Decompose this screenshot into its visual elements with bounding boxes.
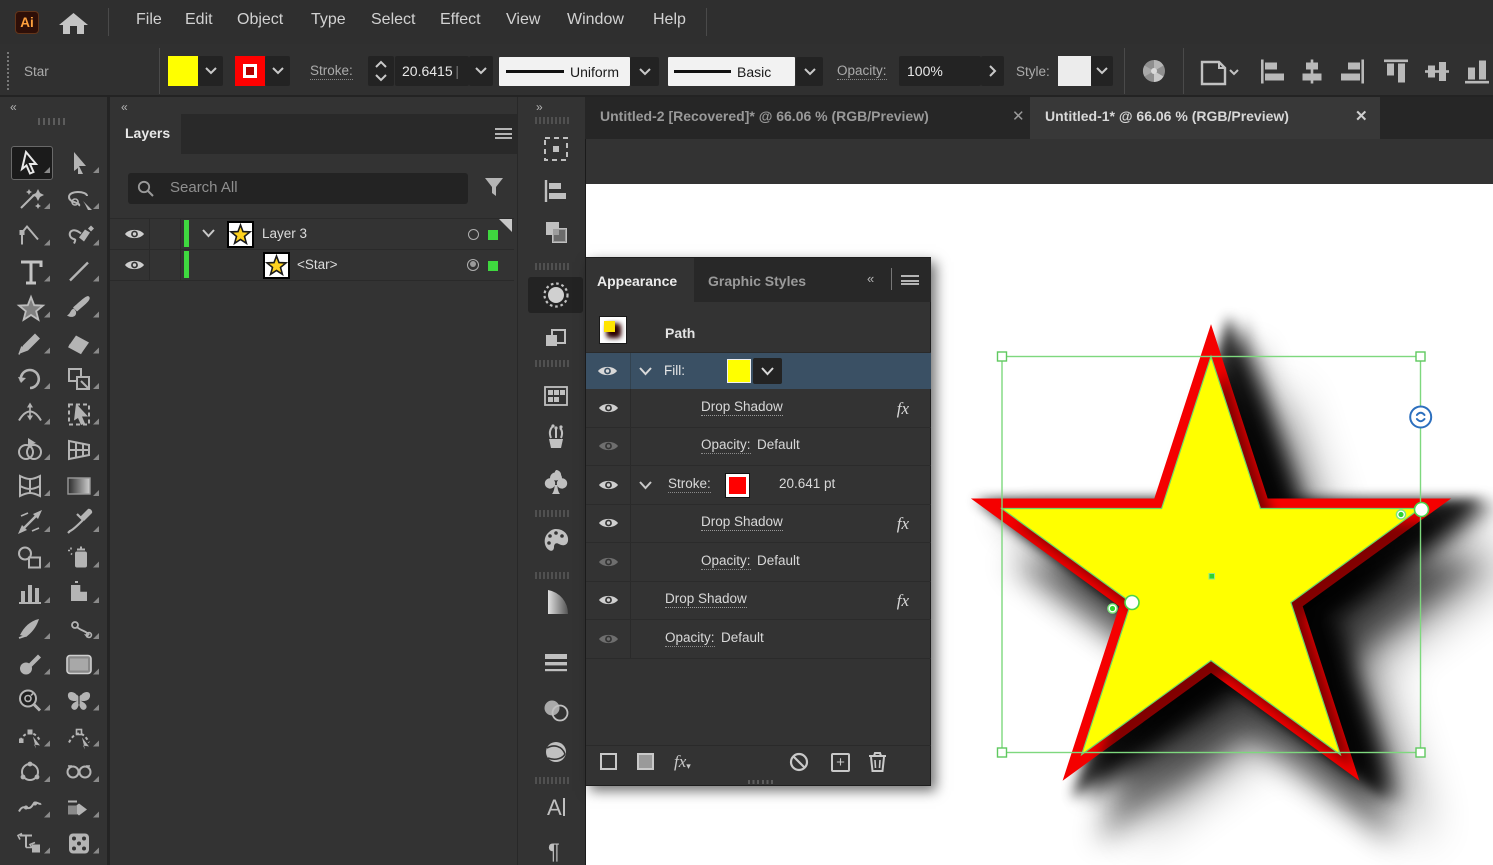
svg-text:A: A: [547, 795, 562, 820]
svg-text:¶: ¶: [548, 839, 560, 864]
